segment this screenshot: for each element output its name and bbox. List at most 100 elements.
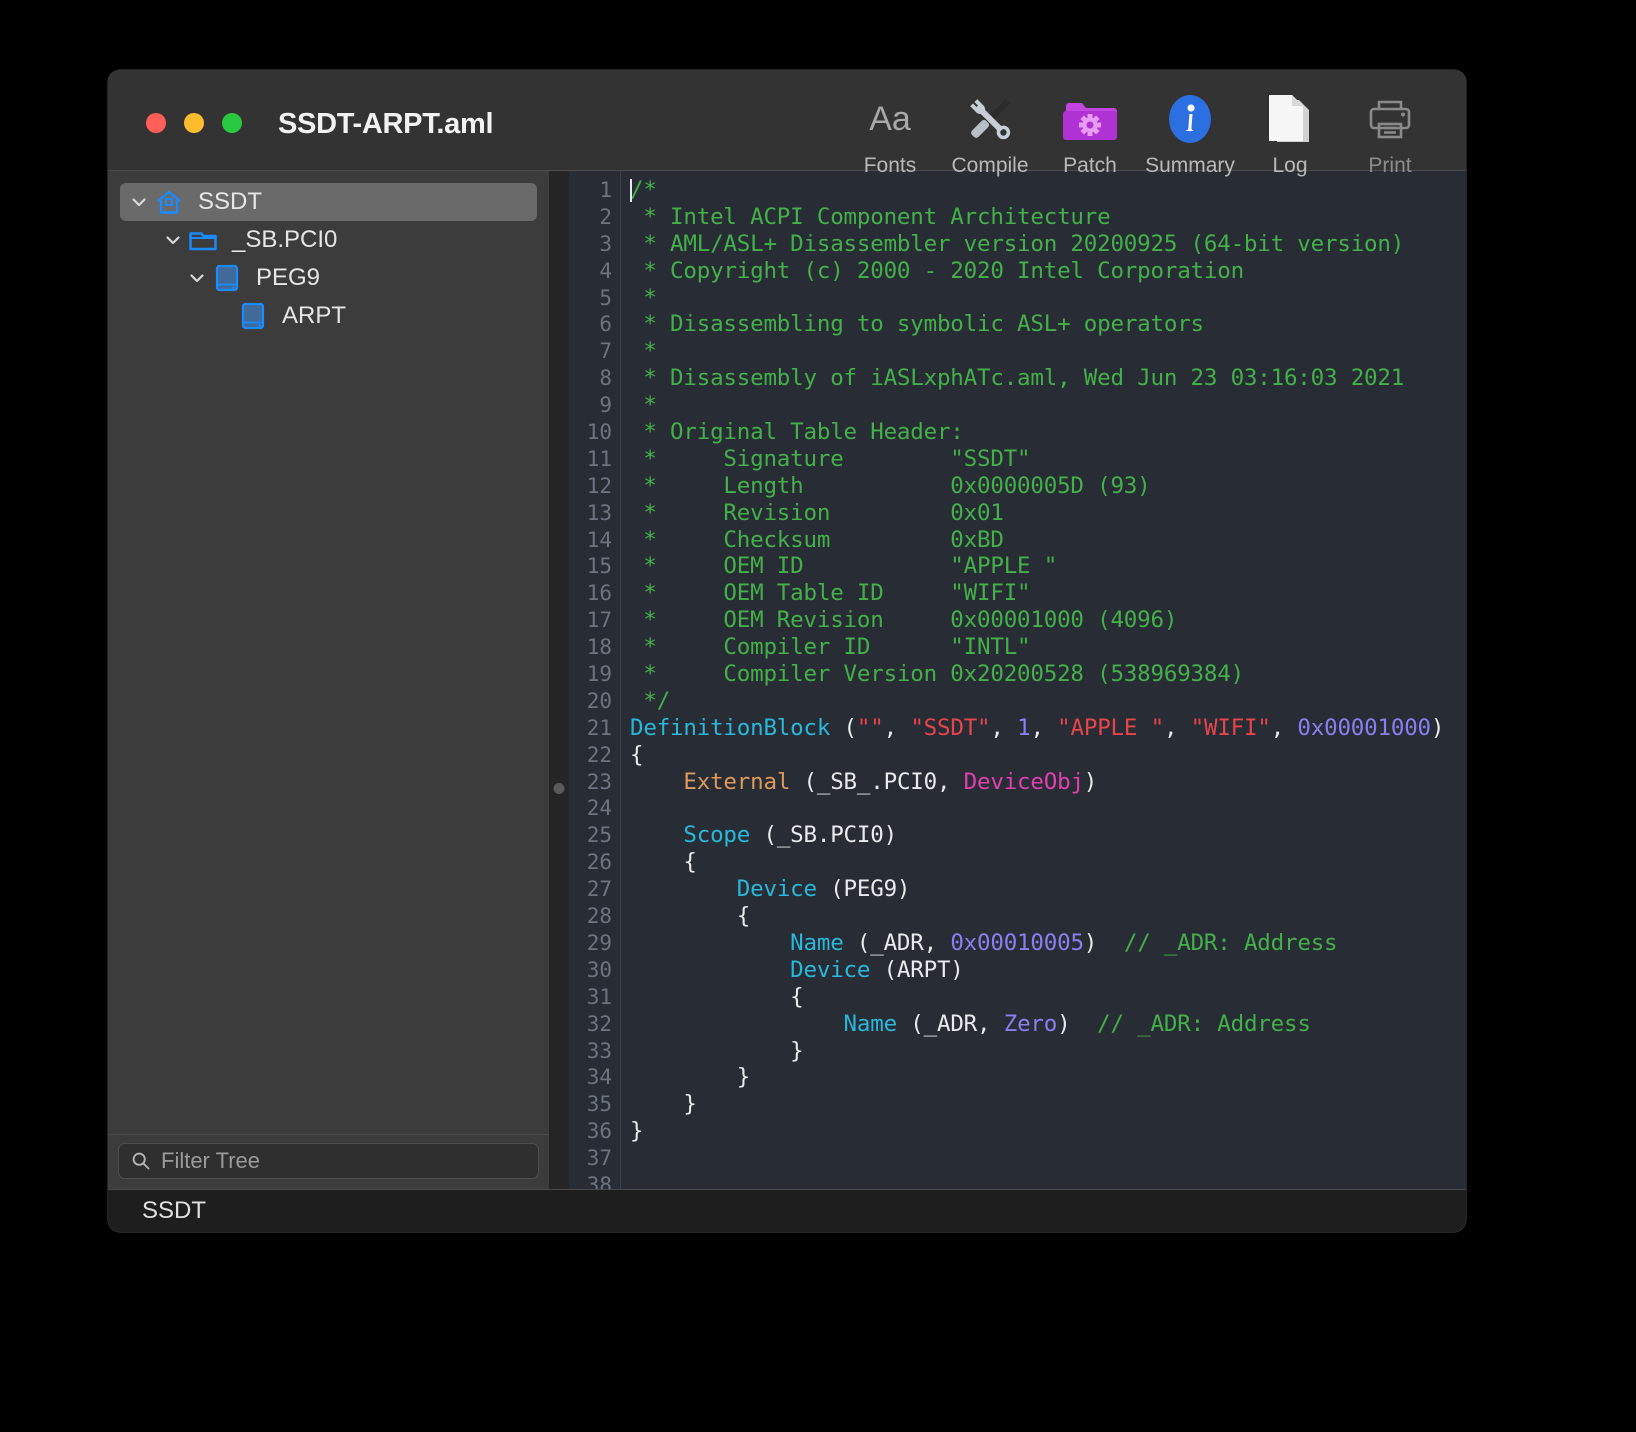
code-token: * [630,338,657,364]
chevron-down-icon[interactable] [184,269,210,287]
tree-item-arpt[interactable]: ARPT [120,297,537,335]
toolbar-button-compile[interactable]: Compile [940,88,1040,178]
code-line: * Original Table Header: [630,419,1466,446]
line-number: 4 [569,258,612,285]
code-line: * [630,338,1466,365]
device-icon [210,263,244,293]
toolbar-button-print[interactable]: Print [1340,88,1440,178]
toolbar-button-patch[interactable]: Patch [1040,88,1140,178]
line-number: 33 [569,1038,612,1065]
code-token: DeviceObj [964,769,1084,795]
code-line: * Checksum 0xBD [630,527,1466,554]
code-token: * Signature "SSDT" [630,446,1030,472]
maximize-window-button[interactable] [222,113,242,133]
code-line: * OEM Revision 0x00001000 (4096) [630,607,1466,634]
code-line: * Compiler ID "INTL" [630,634,1466,661]
code-line: DefinitionBlock ("", "SSDT", 1, "APPLE "… [630,715,1466,742]
code-token: (_SB_.PCI0, [790,769,964,795]
line-number: 36 [569,1118,612,1145]
code-line: External (_SB_.PCI0, DeviceObj) [630,769,1466,796]
line-number: 17 [569,607,612,634]
line-number: 7 [569,338,612,365]
sidebar-splitter[interactable] [549,170,569,1189]
code-line: } [630,1118,1466,1145]
acpi-tree[interactable]: SSDT _SB.PCI0 [108,171,549,1134]
code-token: } [630,1118,643,1144]
code-token: * [630,392,657,418]
line-number: 1 [569,177,612,204]
window-body: SSDT _SB.PCI0 [108,170,1466,1189]
code-token: * OEM Revision 0x00001000 (4096) [630,607,1177,633]
tree-label-arpt: ARPT [280,302,346,330]
code-token: (_ADR, [844,930,951,956]
line-number: 31 [569,984,612,1011]
tree-label-sb-pci0: _SB.PCI0 [230,226,337,254]
code-content[interactable]: /* * Intel ACPI Component Architecture *… [621,171,1466,1189]
code-token: * OEM ID "APPLE " [630,553,1057,579]
line-number: 9 [569,392,612,419]
toolbar: Aa Fonts [840,88,1440,178]
code-token: ) [1084,769,1097,795]
code-line: * Signature "SSDT" [630,446,1466,473]
code-line: Device (PEG9) [630,876,1466,903]
filter-tree-placeholder: Filter Tree [161,1148,260,1174]
code-token: ( [830,715,857,741]
fonts-aa-icon: Aa [869,88,911,150]
code-token: , [1271,715,1298,741]
tree-item-peg9[interactable]: PEG9 [120,259,537,297]
code-token [630,876,737,902]
line-number: 23 [569,769,612,796]
tree-item-ssdt[interactable]: SSDT [120,183,537,221]
code-line: } [630,1038,1466,1065]
filter-tree-container: Filter Tree [108,1134,549,1189]
code-token: * Length 0x0000005D (93) [630,473,1151,499]
code-token: "APPLE " [1057,715,1164,741]
code-line: * Disassembling to symbolic ASL+ operato… [630,311,1466,338]
code-token [630,769,683,795]
chevron-down-icon[interactable] [160,231,186,249]
minimize-window-button[interactable] [184,113,204,133]
window-title: SSDT-ARPT.aml [278,108,493,141]
home-icon [152,188,186,216]
tree-item-sb-pci0[interactable]: _SB.PCI0 [120,221,537,259]
line-number: 34 [569,1064,612,1091]
code-line: { [630,742,1466,769]
chevron-down-icon[interactable] [126,193,152,211]
close-window-button[interactable] [146,113,166,133]
code-line: * Copyright (c) 2000 - 2020 Intel Corpor… [630,258,1466,285]
toolbar-button-summary[interactable]: Summary [1140,88,1240,178]
status-bar: SSDT [108,1189,1466,1232]
code-token: // _ADR: Address [1097,1011,1311,1037]
line-number: 20 [569,688,612,715]
tree-label-peg9: PEG9 [254,264,320,292]
line-number: 3 [569,231,612,258]
code-editor[interactable]: 1234567891011121314151617181920212223242… [569,170,1466,1189]
code-line: Name (_ADR, 0x00010005) // _ADR: Address [630,930,1466,957]
code-line: { [630,903,1466,930]
code-token: Zero [1004,1011,1057,1037]
code-token: Scope [683,822,750,848]
code-token: { [630,903,750,929]
code-line: * Compiler Version 0x20200528 (538969384… [630,661,1466,688]
line-number: 6 [569,311,612,338]
tools-icon [961,88,1019,150]
code-line: { [630,849,1466,876]
toolbar-button-log[interactable]: Log [1240,88,1340,178]
documents-icon [1261,88,1319,150]
code-token: * Disassembling to symbolic ASL+ operato… [630,311,1204,337]
toolbar-button-fonts[interactable]: Aa Fonts [840,88,940,178]
code-token: // _ADR: Address [1124,930,1338,956]
line-number: 18 [569,634,612,661]
code-token [630,930,790,956]
line-number: 38 [569,1172,612,1189]
code-token: Name [790,930,843,956]
code-token: * AML/ASL+ Disassembler version 20200925… [630,231,1404,257]
splitter-handle-icon[interactable] [554,783,565,794]
code-token: * OEM Table ID "WIFI" [630,580,1030,606]
code-token: ) [1431,715,1444,741]
filter-tree-input[interactable]: Filter Tree [118,1143,539,1179]
code-token [630,822,683,848]
code-line: * [630,392,1466,419]
code-token: { [630,742,643,768]
window-controls [146,113,242,133]
